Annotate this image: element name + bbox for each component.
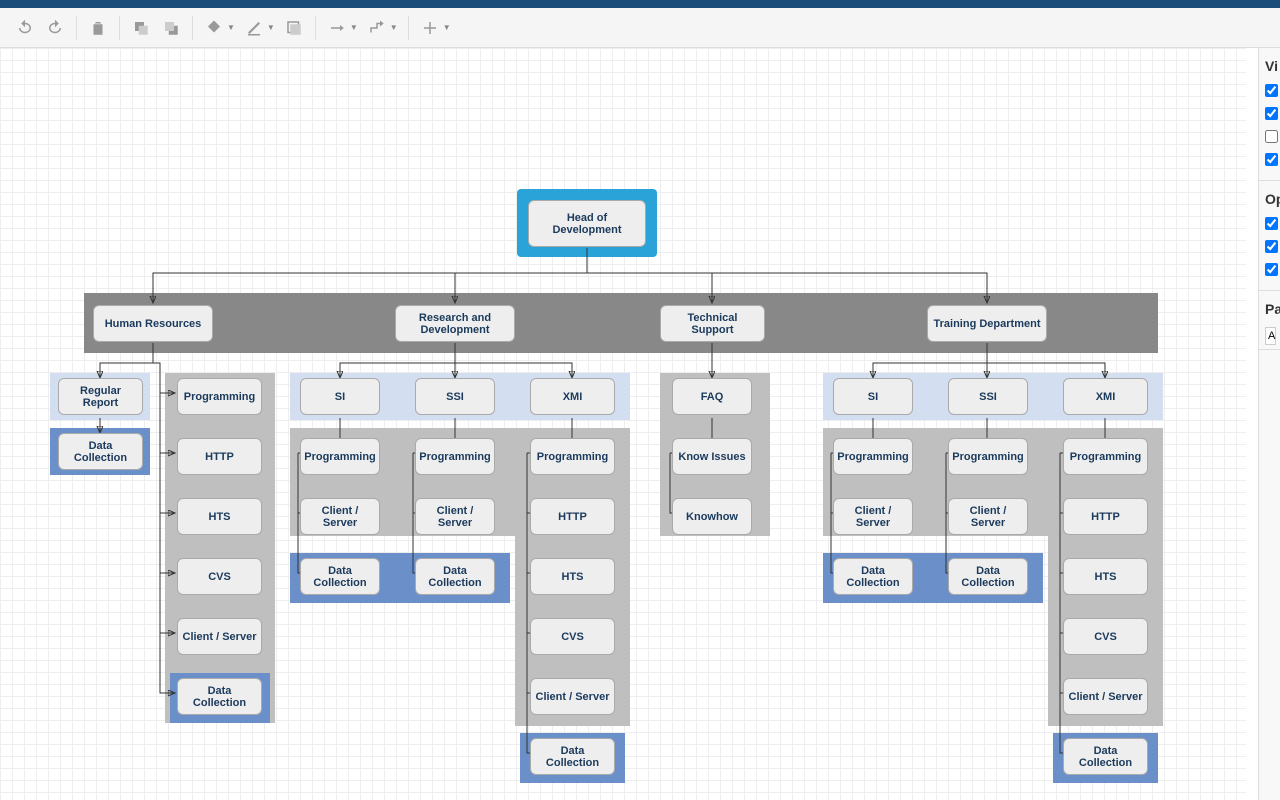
view-check-1[interactable] [1265, 107, 1278, 120]
chevron-down-icon[interactable]: ▼ [267, 23, 275, 32]
paper-section-title: Pa [1265, 301, 1276, 317]
node-ts-know-issues[interactable]: Know Issues [672, 438, 752, 475]
to-front-button[interactable] [126, 13, 156, 43]
node-rd-si-1[interactable]: Client / Server [300, 498, 380, 535]
toolbar: ▼ ▼ ▼ ▼ ▼ [0, 8, 1280, 48]
node-rd-xmi[interactable]: XMI [530, 378, 615, 415]
node-td-ssi-1[interactable]: Client / Server [948, 498, 1028, 535]
node-rd-xmi-2[interactable]: HTS [530, 558, 615, 595]
node-ts-faq[interactable]: FAQ [672, 378, 752, 415]
view-check-0[interactable] [1265, 84, 1278, 97]
section-bg [165, 373, 275, 723]
shadow-button[interactable] [279, 13, 309, 43]
options-section-title: Op [1265, 191, 1276, 207]
node-td-si-2[interactable]: Data Collection [833, 558, 913, 595]
node-td-xmi-4[interactable]: Client / Server [1063, 678, 1148, 715]
node-td-si-0[interactable]: Programming [833, 438, 913, 475]
chevron-down-icon[interactable]: ▼ [443, 23, 451, 32]
node-dept-ts[interactable]: Technical Support [660, 305, 765, 342]
node-td-xmi-0[interactable]: Programming [1063, 438, 1148, 475]
node-td-ssi-0[interactable]: Programming [948, 438, 1028, 475]
node-dept-rd[interactable]: Research and Development [395, 305, 515, 342]
opt-check-2[interactable] [1265, 263, 1278, 276]
view-check-2[interactable] [1265, 130, 1278, 143]
node-dept-hr[interactable]: Human Resources [93, 305, 213, 342]
node-hr-hts[interactable]: HTS [177, 498, 262, 535]
node-rd-xmi-1[interactable]: HTTP [530, 498, 615, 535]
canvas[interactable]: Head of Development Human Resources Rese… [0, 48, 1246, 800]
node-hr-http[interactable]: HTTP [177, 438, 262, 475]
node-root[interactable]: Head of Development [528, 200, 646, 247]
fill-color-button[interactable] [199, 13, 229, 43]
chevron-down-icon[interactable]: ▼ [227, 23, 235, 32]
line-color-button[interactable] [239, 13, 269, 43]
node-hr-data-collection[interactable]: Data Collection [58, 433, 143, 470]
node-rd-xmi-4[interactable]: Client / Server [530, 678, 615, 715]
node-ts-knowhow[interactable]: Knowhow [672, 498, 752, 535]
node-hr-regular-report[interactable]: Regular Report [58, 378, 143, 415]
undo-button[interactable] [10, 13, 40, 43]
chevron-down-icon[interactable]: ▼ [350, 23, 358, 32]
node-rd-ssi-0[interactable]: Programming [415, 438, 495, 475]
node-hr-programming[interactable]: Programming [177, 378, 262, 415]
waypoints-button[interactable] [362, 13, 392, 43]
node-td-xmi-2[interactable]: HTS [1063, 558, 1148, 595]
node-rd-ssi[interactable]: SSI [415, 378, 495, 415]
node-rd-xmi-3[interactable]: CVS [530, 618, 615, 655]
node-rd-si-0[interactable]: Programming [300, 438, 380, 475]
node-rd-si[interactable]: SI [300, 378, 380, 415]
insert-button[interactable] [415, 13, 445, 43]
node-td-xmi-1[interactable]: HTTP [1063, 498, 1148, 535]
node-td-si-1[interactable]: Client / Server [833, 498, 913, 535]
node-td-xmi-5[interactable]: Data Collection [1063, 738, 1148, 775]
opt-check-1[interactable] [1265, 240, 1278, 253]
node-td-xmi-3[interactable]: CVS [1063, 618, 1148, 655]
title-bar [0, 0, 1280, 8]
node-rd-ssi-1[interactable]: Client / Server [415, 498, 495, 535]
view-check-3[interactable] [1265, 153, 1278, 166]
right-panel: Vi Op Pa A [1258, 48, 1280, 800]
node-rd-xmi-5[interactable]: Data Collection [530, 738, 615, 775]
node-dept-td[interactable]: Training Department [927, 305, 1047, 342]
opt-check-0[interactable] [1265, 217, 1278, 230]
node-hr-client-server[interactable]: Client / Server [177, 618, 262, 655]
to-back-button[interactable] [156, 13, 186, 43]
chevron-down-icon[interactable]: ▼ [390, 23, 398, 32]
node-td-xmi[interactable]: XMI [1063, 378, 1148, 415]
paper-size-select[interactable]: A [1265, 327, 1276, 345]
node-td-ssi[interactable]: SSI [948, 378, 1028, 415]
node-rd-si-2[interactable]: Data Collection [300, 558, 380, 595]
node-hr-dc2[interactable]: Data Collection [177, 678, 262, 715]
delete-button[interactable] [83, 13, 113, 43]
view-section-title: Vi [1265, 58, 1276, 74]
node-td-si[interactable]: SI [833, 378, 913, 415]
node-rd-xmi-0[interactable]: Programming [530, 438, 615, 475]
redo-button[interactable] [40, 13, 70, 43]
node-rd-ssi-2[interactable]: Data Collection [415, 558, 495, 595]
node-hr-cvs[interactable]: CVS [177, 558, 262, 595]
node-td-ssi-2[interactable]: Data Collection [948, 558, 1028, 595]
connection-button[interactable] [322, 13, 352, 43]
